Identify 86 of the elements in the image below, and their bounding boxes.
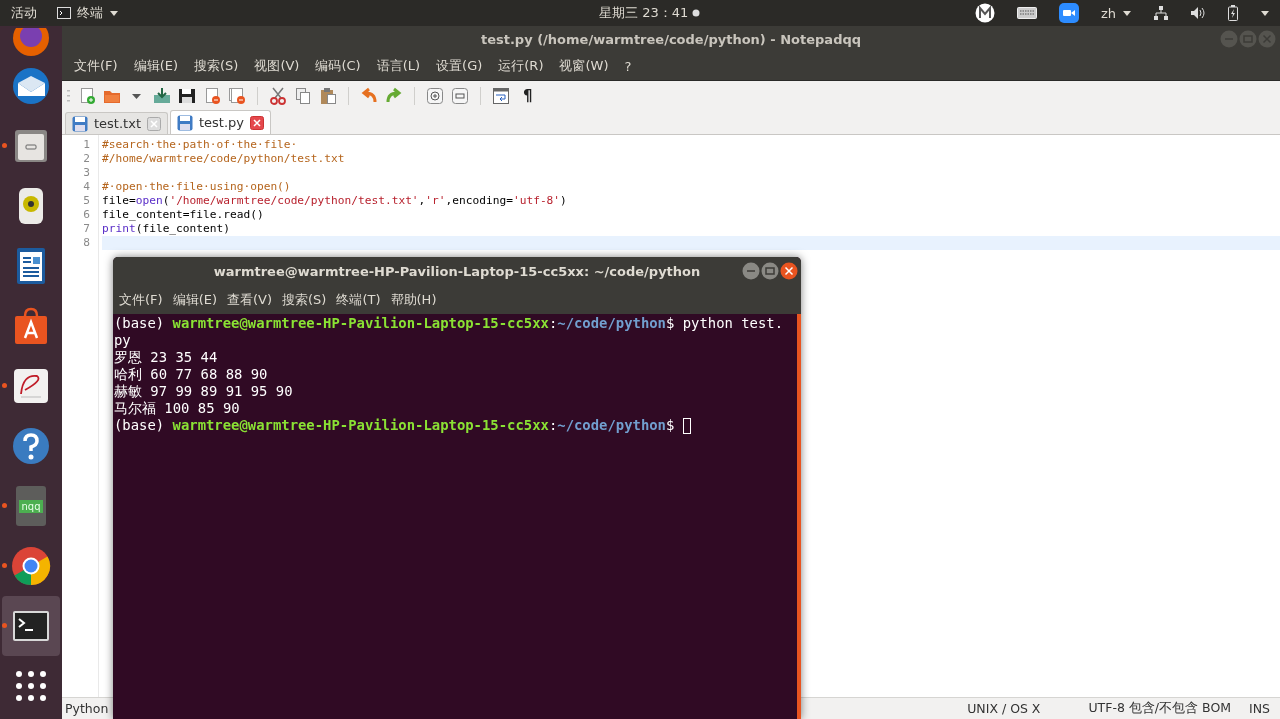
close-file-icon[interactable] [203,86,221,105]
close-all-files-icon[interactable] [228,86,246,105]
video-camera-icon[interactable] [1058,3,1079,23]
notification-dot-icon [692,9,701,17]
word-wrap-icon[interactable] [492,86,510,105]
scissors-icon[interactable] [269,86,287,105]
minimize-button[interactable] [742,262,760,280]
menu-item[interactable]: 编辑(E) [133,57,178,75]
undo-icon[interactable] [360,86,378,105]
language-indicator[interactable]: zh [1100,5,1116,21]
line-number: 7 [82,222,91,236]
code-line: #·open·the·file·using·open() [102,180,292,194]
file-tab[interactable]: test.txt [65,112,168,134]
app-label: nqq [19,499,43,513]
menu-item[interactable]: 搜索(S) [194,57,239,75]
envelope-bird-icon[interactable] [11,66,51,106]
caret-icon[interactable] [109,9,119,17]
scrollbar[interactable] [797,314,801,719]
tab-label: test.txt [94,116,141,131]
terminal-line: 赫敏 97 99 89 91 95 90 [114,383,293,400]
zoom-in-icon[interactable] [426,86,444,105]
battery-icon[interactable] [1228,5,1238,21]
close-button[interactable] [780,262,798,280]
pdf-document-icon[interactable] [11,366,51,406]
menu-item[interactable]: 查看(V) [227,290,273,309]
close-icon[interactable] [250,115,265,130]
zoom-out-icon[interactable] [451,86,469,105]
terminal-line: 哈利 60 77 68 88 90 [114,366,268,383]
code-line: #/home/warmtree/code/python/test.txt [102,152,346,166]
terminal-line: py [114,332,131,349]
line-number: 1 [82,138,91,152]
window-title: warmtree@warmtree-HP-Pavilion-Laptop-15-cc5xx: ~/code/python [213,263,701,279]
menu-item[interactable]: 视图(V) [254,57,300,75]
code-line: #search·the·path·of·the·file· [102,138,299,152]
save-icon[interactable] [178,86,196,105]
menu-item[interactable]: 编辑(E) [172,290,217,309]
show-symbols-button[interactable]: ¶ [523,86,533,105]
app-menu[interactable]: 终端 [77,4,103,22]
encoding-status[interactable]: UTF-8 包含/不包含 BOM [1088,700,1231,717]
window-title: test.py (/home/warmtree/code/python) - Notepadqq [480,31,862,47]
language-status[interactable]: Python [65,701,109,716]
terminal-icon [57,7,71,19]
question-mark-icon[interactable] [11,426,51,466]
menu-item[interactable]: 视窗(W) [559,57,609,75]
tab-label: test.py [199,115,245,130]
keyboard-icon[interactable] [1016,7,1037,19]
caret-icon[interactable] [1260,9,1270,17]
caret-icon[interactable] [1122,9,1132,17]
menu-item[interactable]: 文件(F) [119,290,163,309]
line-number: 4 [82,180,91,194]
terminal-line: 罗恩 23 35 44 [114,349,218,366]
menu-item[interactable]: ? [624,58,632,74]
menu-item[interactable]: 运行(R) [498,57,544,75]
activities-button[interactable]: 活动 [11,4,37,22]
terminal-line: (base) warmtree@warmtree-HP-Pavilion-Laptop-15-cc5xx:~/code/python$ [114,417,676,434]
clipboard-icon[interactable] [319,86,337,105]
code-line: file=open('/home/warmtree/code/python/test.txt','r',encoding='utf-8') [102,194,568,208]
copy-icon[interactable] [294,86,312,105]
menu-item[interactable]: 编码(C) [315,57,361,75]
code-line: file_content=file.read() [102,208,265,222]
line-number: 3 [82,166,91,180]
m-circle-icon[interactable] [974,3,995,23]
clock[interactable]: 星期三 23：41 [599,4,689,22]
chrome-icon[interactable] [11,546,51,586]
firefox-icon[interactable] [11,28,51,56]
download-icon[interactable] [153,86,171,105]
line-ending-status[interactable]: UNIX / OS X [967,701,1041,716]
redo-icon[interactable] [385,86,403,105]
volume-icon[interactable] [1190,6,1206,20]
terminal-line: 马尔福 100 85 90 [114,400,240,417]
menu-item[interactable]: 终端(T) [336,290,381,309]
menu-item[interactable]: 语言(L) [376,57,421,75]
menu-item[interactable]: 搜索(S) [282,290,327,309]
file-tab[interactable]: test.py [170,110,272,134]
line-number: 5 [82,194,91,208]
menu-item[interactable]: 帮助(H) [390,290,437,309]
new-file-icon[interactable] [78,86,96,105]
insert-mode-status[interactable]: INS [1249,701,1270,716]
menu-item[interactable]: 设置(G) [436,57,483,75]
code-line: print(file_content) [102,222,231,236]
line-number: 6 [82,208,91,222]
network-icon[interactable] [1154,6,1168,20]
line-number: 2 [82,152,91,166]
line-number: 8 [82,236,91,250]
menu-item[interactable]: 文件(F) [74,57,118,75]
terminal-line: (base) warmtree@warmtree-HP-Pavilion-Laptop-15-cc5xx:~/code/python$ python test. [114,315,784,332]
